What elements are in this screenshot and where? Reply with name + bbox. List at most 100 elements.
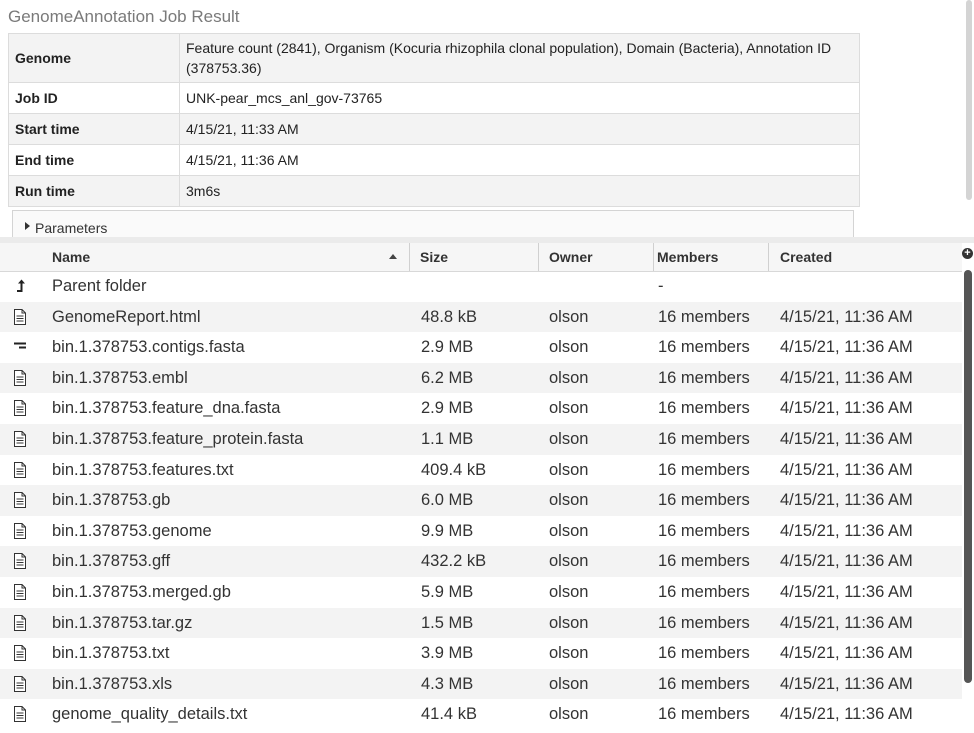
file-row[interactable]: bin.1.378753.xls 4.3 MB olson 16 members 4/1… — [0, 668, 962, 700]
file-row[interactable]: GenomeReport.html 48.8 kB olson 16 members 4… — [0, 301, 962, 333]
cell-name: bin.1.378753.features.txt — [52, 460, 234, 479]
cell-created: 4/15/21, 11:36 AM — [780, 674, 913, 693]
cell-created: 4/15/21, 11:36 AM — [780, 460, 913, 479]
summary-row-jobid: Job ID UNK-pear_mcs_anl_gov-73765 — [8, 82, 860, 114]
cell-size: 6.0 MB — [421, 491, 474, 510]
cell-members: - — [658, 277, 664, 295]
parameters-label: Parameters — [35, 220, 108, 236]
cell-name: GenomeReport.html — [52, 307, 201, 326]
file-row[interactable]: bin.1.378753.feature_dna.fasta 2.9 MB olso… — [0, 393, 962, 424]
parent-folder-row[interactable]: Parent folder - — [0, 271, 962, 302]
file-row[interactable]: bin.1.378753.genome 9.9 MB olson 16 members… — [0, 516, 962, 547]
cell-created: 4/15/21, 11:36 AM — [780, 552, 913, 571]
cell-size: 48.8 kB — [421, 307, 477, 326]
cell-size: 4.3 MB — [421, 674, 474, 693]
document-icon — [13, 522, 27, 539]
file-row[interactable]: bin.1.378753.feature_protein.fasta 1.1 MB… — [0, 423, 962, 455]
cell-size: 41.4 kB — [421, 705, 477, 724]
cell-name: bin.1.378753.gb — [52, 491, 171, 510]
end-time-label: End time — [8, 144, 180, 176]
cell-owner: olson — [549, 613, 589, 632]
cell-owner: olson — [549, 674, 589, 693]
cell-members: 16 members — [658, 338, 750, 357]
add-column-icon[interactable]: + — [962, 248, 973, 259]
cell-owner: olson — [549, 307, 589, 326]
summary-row-run: Run time 3m6s — [8, 175, 860, 207]
file-row[interactable]: bin.1.378753.embl 6.2 MB olson 16 members 4/… — [0, 362, 962, 394]
jobid-label: Job ID — [8, 82, 180, 114]
file-row[interactable]: bin.1.378753.features.txt 409.4 kB olson 16… — [0, 455, 962, 486]
column-header-size[interactable]: Size — [410, 243, 538, 271]
summary-row-end: End time 4/15/21, 11:36 AM — [8, 144, 860, 176]
page-title: GenomeAnnotation Job Result — [8, 7, 240, 26]
cell-created: 4/15/21, 11:36 AM — [780, 705, 913, 724]
cell-name: bin.1.378753.xls — [52, 674, 173, 693]
cell-created: 4/15/21, 11:36 AM — [780, 429, 913, 448]
cell-name: genome_quality_details.txt — [52, 705, 248, 724]
jobid-value: UNK-pear_mcs_anl_gov-73765 — [179, 82, 860, 114]
cell-owner: olson — [549, 705, 589, 724]
cell-size: 3.9 MB — [421, 644, 474, 663]
sort-ascending-icon[interactable] — [389, 254, 397, 259]
file-list: Parent folder - GenomeReport.html 48.8 kB ol… — [0, 271, 962, 730]
cell-members: 16 members — [658, 521, 750, 540]
cell-created: 4/15/21, 11:36 AM — [780, 521, 913, 540]
file-row[interactable]: bin.1.378753.txt 3.9 MB olson 16 members 4/1… — [0, 638, 962, 669]
cell-size: 409.4 kB — [421, 460, 487, 479]
cell-created: 4/15/21, 11:36 AM — [780, 338, 913, 357]
document-icon — [13, 400, 27, 417]
cell-owner: olson — [549, 429, 589, 448]
document-icon — [13, 369, 27, 386]
document-icon — [13, 614, 27, 631]
cell-size: 9.9 MB — [421, 521, 474, 540]
cell-members: 16 members — [658, 644, 750, 663]
cell-name: bin.1.378753.contigs.fasta — [52, 338, 245, 357]
cell-owner: olson — [549, 368, 589, 387]
cell-owner: olson — [549, 644, 589, 663]
page-scrollbar[interactable] — [966, 0, 972, 200]
cell-size: 6.2 MB — [421, 368, 474, 387]
cell-name: Parent folder — [52, 277, 147, 295]
grid-scrollbar[interactable] — [964, 270, 972, 683]
run-time-value: 3m6s — [179, 175, 860, 207]
cell-name: bin.1.378753.gff — [52, 552, 171, 571]
column-divider[interactable] — [768, 243, 769, 271]
cell-created: 4/15/21, 11:36 AM — [780, 613, 913, 632]
file-row[interactable]: genome_quality_details.txt 41.4 kB olson 16… — [0, 699, 962, 730]
cell-size: 2.9 MB — [421, 338, 474, 357]
column-header-created[interactable]: Created — [770, 243, 960, 271]
cell-size: 1.1 MB — [421, 429, 474, 448]
cell-members: 16 members — [658, 368, 750, 387]
document-icon — [13, 430, 27, 447]
cell-created: 4/15/21, 11:36 AM — [780, 399, 913, 418]
cell-owner: olson — [549, 491, 589, 510]
cell-members: 16 members — [658, 460, 750, 479]
cell-name: bin.1.378753.feature_dna.fasta — [52, 399, 281, 418]
start-time-value: 4/15/21, 11:33 AM — [179, 113, 860, 145]
column-header-owner[interactable]: Owner — [539, 243, 654, 271]
cell-members: 16 members — [658, 613, 750, 632]
file-row[interactable]: bin.1.378753.tar.gz 1.5 MB olson 16 members… — [0, 607, 962, 639]
document-icon — [13, 308, 27, 325]
document-icon — [13, 461, 27, 478]
file-row[interactable]: bin.1.378753.contigs.fasta 2.9 MB olson 16 … — [0, 332, 962, 363]
cell-name: bin.1.378753.feature_protein.fasta — [52, 429, 304, 448]
cell-owner: olson — [549, 460, 589, 479]
document-icon — [13, 645, 27, 662]
summary-row-genome: Genome Feature count (2841), Organism (K… — [8, 33, 860, 83]
cell-owner: olson — [549, 582, 589, 601]
job-summary-table: Genome Feature count (2841), Organism (K… — [8, 33, 860, 207]
cell-owner: olson — [549, 338, 589, 357]
file-row[interactable]: bin.1.378753.merged.gb 5.9 MB olson 16 memb… — [0, 577, 962, 608]
cell-members: 16 members — [658, 429, 750, 448]
cell-members: 16 members — [658, 399, 750, 418]
cell-name: bin.1.378753.embl — [52, 368, 188, 387]
column-header-members[interactable]: Members — [647, 243, 767, 271]
cell-size: 1.5 MB — [421, 613, 474, 632]
genome-value: Feature count (2841), Organism (Kocuria … — [179, 33, 860, 83]
column-header-name[interactable]: Name — [42, 243, 409, 271]
file-row[interactable]: bin.1.378753.gb 6.0 MB olson 16 members 4/15… — [0, 485, 962, 516]
summary-row-start: Start time 4/15/21, 11:33 AM — [8, 113, 860, 145]
file-row[interactable]: bin.1.378753.gff 432.2 kB olson 16 members 4… — [0, 546, 962, 577]
cell-name: bin.1.378753.merged.gb — [52, 582, 231, 601]
